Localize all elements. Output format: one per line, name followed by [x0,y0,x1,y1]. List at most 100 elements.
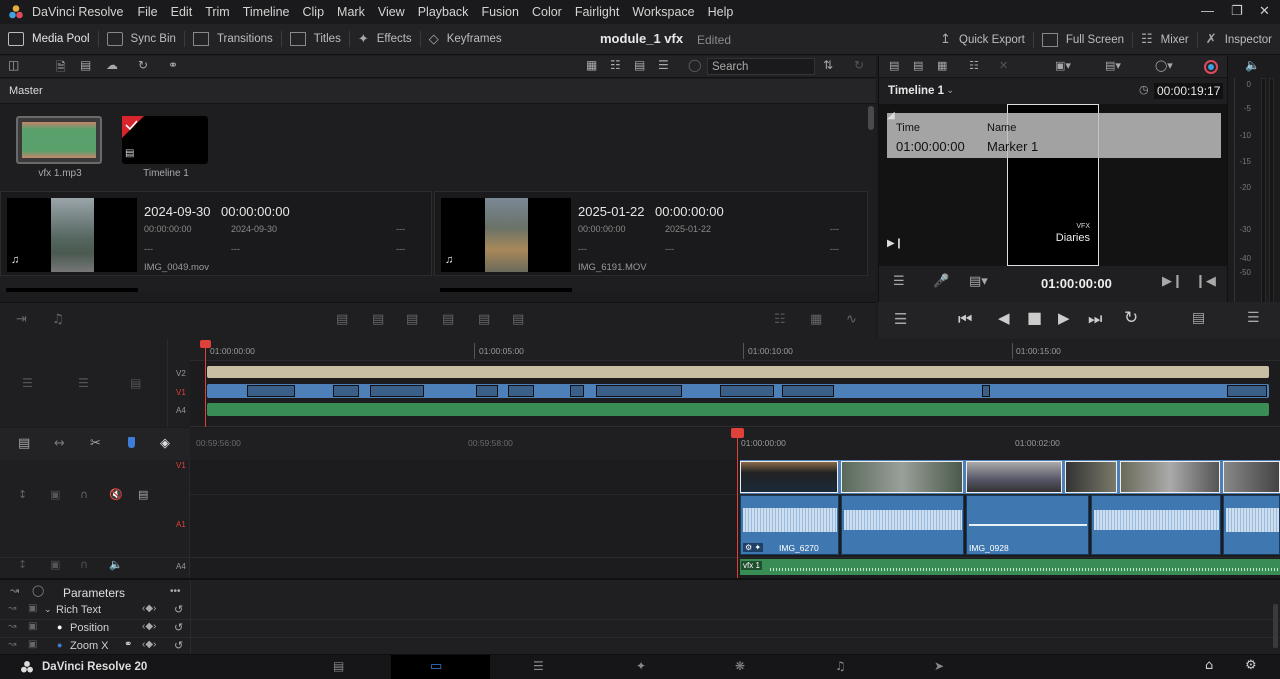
minimize-icon[interactable]: — [1201,3,1214,18]
clip-mode-icon[interactable]: ▤▾ [969,274,988,289]
search-input[interactable]: Search [707,58,815,75]
video-clip-segment[interactable] [782,385,834,397]
quick-export-button[interactable]: ↥ Quick Export [932,24,1033,55]
fit-to-fill-icon[interactable]: ▤ [442,312,454,327]
video-clip-segment[interactable] [370,385,424,397]
blade-icon[interactable]: ✂ [90,436,101,451]
menu-view[interactable]: View [378,5,405,19]
video-clip-segment[interactable] [596,385,682,397]
match-frame-icon[interactable]: ▤ [1192,310,1205,326]
transitions-button[interactable]: Transitions [185,24,281,55]
viewer-mode-icon[interactable]: ▤ [913,59,923,72]
video-clip-segment[interactable] [247,385,295,397]
source-tape-icon[interactable]: ☷ [774,312,786,327]
inspector-button[interactable]: ✗ Inspector [1198,24,1280,55]
title-clip-v2[interactable] [207,366,1269,378]
upper-playhead[interactable] [205,345,206,427]
video-clip-thumbnail[interactable] [740,461,838,493]
filmstrip-view-icon[interactable]: ▤ [634,58,645,72]
timeline-thumbnail[interactable]: ▤ [122,116,208,164]
view-icon[interactable]: ◯ [32,584,44,597]
color-page-icon[interactable]: ❋ [735,659,745,673]
chevron-down-icon[interactable]: ⌄ [946,85,954,96]
audio-track-a4[interactable] [207,403,1269,416]
close-icon[interactable]: ✕ [1259,3,1270,19]
mixer-button[interactable]: ☷ Mixer [1133,24,1197,55]
fusion-page-icon[interactable]: ✦ [636,659,646,673]
new-timeline-icon[interactable]: ▤ [80,58,91,72]
mic-icon[interactable]: 🎤 [933,274,949,289]
video-clip-segment[interactable] [476,385,498,397]
play-icon[interactable]: ▶ [1058,309,1070,327]
params-scrollbar[interactable] [1273,604,1278,648]
menu-workspace[interactable]: Workspace [632,5,694,19]
lock-icon[interactable]: ▣ [50,488,60,501]
settings-gear-icon[interactable]: ⚙ [1245,658,1257,673]
full-screen-button[interactable]: Full Screen [1034,24,1132,55]
previous-clip-icon[interactable]: ❙◀ [1195,274,1216,289]
restore-icon[interactable]: ❐ [1231,3,1243,19]
lock-icon[interactable]: ▣ [28,603,37,614]
cut-page-icon[interactable]: ▭ [430,658,442,674]
next-clip-icon[interactable]: ▶❙ [1162,274,1183,289]
headphones-icon[interactable]: ∩ [80,488,88,501]
keyframe-view-icon[interactable]: ◈ [160,436,170,451]
audio-clip[interactable] [1091,495,1221,555]
rewind-to-start-icon[interactable]: ⏮ [958,309,972,329]
menu-playback[interactable]: Playback [418,5,469,19]
image-icon[interactable]: ▦ [810,312,822,327]
edit-page-icon[interactable]: ☰ [533,659,544,673]
track-lock-icon[interactable]: ☰ [22,376,33,390]
forward-to-end-icon[interactable]: ⏭ [1088,309,1102,329]
loop-options-icon[interactable]: ☰ [894,310,907,328]
lock-icon[interactable]: ▣ [50,558,60,571]
keyframes-button[interactable]: ◇ Keyframes [421,24,510,55]
keyframe-nav-icon[interactable]: ‹◆› [142,639,156,650]
viewer-mode-icon[interactable]: ▦ [937,59,947,72]
grid-view-icon[interactable]: ☷ [610,58,621,72]
relink-icon[interactable]: ↻ [138,58,148,72]
collapse-icon[interactable]: ↕ [18,558,27,571]
viewer-canvas[interactable]: VFX Diaries Time Name 01:00:00:00 Marker… [879,104,1227,266]
insert-clip-icon[interactable]: ▤ [336,312,348,327]
panel-toggle-icon[interactable]: ◫ [8,58,19,72]
audio-clip[interactable]: ⚙ ✦ IMG_6270 [740,495,839,555]
video-clip-thumbnail[interactable] [1065,461,1117,493]
upper-playhead-handle[interactable] [200,340,211,348]
overlay-icon[interactable]: ▣▾ [1055,59,1071,72]
menu-icon[interactable]: ☰ [1247,310,1260,326]
curve-toggle-icon[interactable]: ↝ [8,603,16,614]
trim-mode-icon[interactable]: ▤ [18,436,30,451]
video-clip-thumbnail[interactable] [1120,461,1220,493]
menu-timeline[interactable]: Timeline [243,5,290,19]
curve-icon[interactable]: ↝ [10,584,19,597]
audio-clip-thumbnail[interactable] [16,116,102,164]
effects-button[interactable]: ✦ Effects [350,24,420,55]
menu-color[interactable]: Color [532,5,562,19]
audio-clip[interactable] [841,495,964,555]
list-view-icon[interactable]: ☰ [658,58,669,72]
track-link-icon[interactable]: ☰ [78,376,89,390]
viewer-mode-icon[interactable]: ▤ [889,59,899,72]
clip-card[interactable]: ♫ 2024-09-30 00:00:00:00 00:00:00:00 202… [0,191,432,276]
thumbnail-view-icon[interactable]: ▦ [586,58,597,72]
keyframe-nav-icon[interactable]: ‹◆› [142,621,156,632]
clip-card[interactable]: ♫ 2025-01-22 00:00:00:00 00:00:00:00 202… [434,191,868,276]
layout-icon[interactable]: ☷ [969,59,979,72]
track-audio-icon[interactable]: ▤ [130,376,141,390]
menu-fusion[interactable]: Fusion [481,5,519,19]
reset-icon[interactable]: ↺ [174,639,183,652]
menu-fairlight[interactable]: Fairlight [575,5,619,19]
link-icon[interactable]: ⚭ [124,639,132,650]
curve-toggle-icon[interactable]: ↝ [8,639,16,650]
color-wheel-icon[interactable] [1204,60,1218,74]
chevron-down-icon[interactable]: ⌄ [44,604,52,615]
lock-icon[interactable]: ▣ [28,639,37,650]
overwrite-clip-icon[interactable]: ▤ [372,312,384,327]
smart-insert-icon[interactable]: ⇥ [16,312,27,327]
video-track-v1[interactable] [207,384,1269,398]
filter-icon[interactable]: ◯ [688,58,701,72]
reset-icon[interactable]: ↺ [174,621,183,634]
fairlight-page-icon[interactable]: ♫ [835,659,846,673]
transform-icon[interactable]: ◯▾ [1155,59,1173,72]
